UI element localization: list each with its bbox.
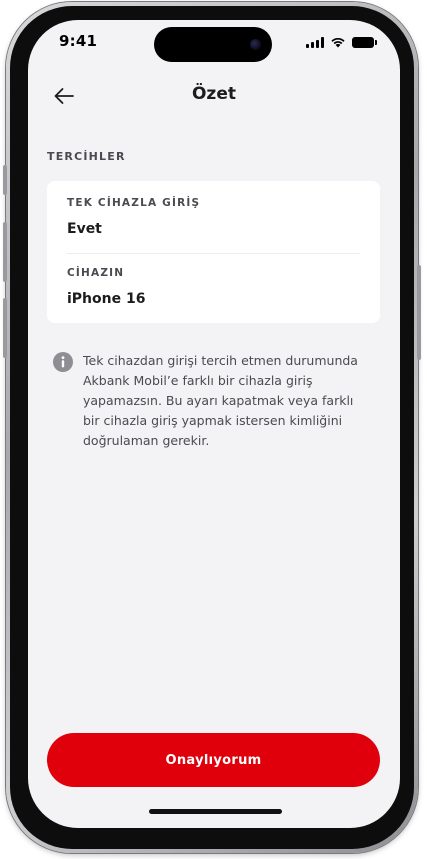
app-screen: 9:41 Özet TERCİHLER TEK CİHAZLA GİRİŞ Ev… <box>28 20 400 828</box>
info-icon <box>53 352 73 372</box>
section-title-preferences: TERCİHLER <box>47 150 126 163</box>
side-button-action <box>3 165 7 195</box>
side-button-volume-up <box>3 222 7 282</box>
battery-icon <box>352 36 377 48</box>
status-time: 9:41 <box>59 32 98 50</box>
side-button-volume-down <box>3 298 7 358</box>
home-indicator[interactable] <box>149 809 282 814</box>
preferences-card: TEK CİHAZLA GİRİŞ Evet CİHAZIN iPhone 16 <box>47 181 380 323</box>
preference-row-single-device-login: TEK CİHAZLA GİRİŞ Evet <box>67 197 360 254</box>
preference-label: CİHAZIN <box>67 267 125 279</box>
nav-bar: Özet <box>28 76 400 116</box>
dynamic-island <box>154 27 272 62</box>
page-title: Özet <box>191 84 236 104</box>
preference-row-device: CİHAZIN iPhone 16 <box>67 267 360 315</box>
side-button-power <box>417 265 421 360</box>
status-bar: 9:41 <box>28 20 400 66</box>
preference-value: iPhone 16 <box>67 291 146 307</box>
front-camera-icon <box>250 39 261 50</box>
info-text: Tek cihazdan girişi tercih etmen durumun… <box>83 353 358 448</box>
preference-value: Evet <box>67 221 102 237</box>
cellular-signal-icon <box>306 36 324 48</box>
wifi-icon <box>331 37 345 48</box>
confirm-button[interactable]: Onaylıyorum <box>47 733 380 787</box>
status-icons <box>306 35 377 49</box>
preference-label: TEK CİHAZLA GİRİŞ <box>67 197 201 209</box>
